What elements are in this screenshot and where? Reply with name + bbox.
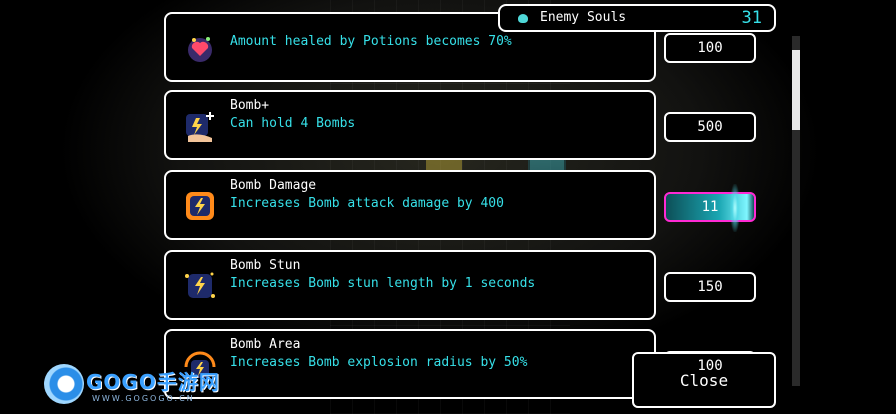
potion-heal-icon bbox=[180, 28, 220, 68]
upgrade-row-bomb-area[interactable]: Bomb Area Increases Bomb explosion radiu… bbox=[164, 329, 656, 399]
upgrade-cost-button-potion-heal[interactable]: 100 bbox=[664, 33, 756, 63]
upgrade-row-bomb-stun[interactable]: Bomb Stun Increases Bomb stun length by … bbox=[164, 250, 656, 320]
upgrade-row-bomb-damage[interactable]: Bomb Damage Increases Bomb attack damage… bbox=[164, 170, 656, 240]
progress-glow bbox=[730, 184, 740, 232]
upgrade-cost-button-bomb-stun[interactable]: 150 bbox=[664, 272, 756, 302]
upgrade-description: Increases Bomb explosion radius by 50% bbox=[230, 355, 528, 370]
bomb-plus-icon bbox=[180, 106, 220, 146]
souls-label: Enemy Souls bbox=[540, 10, 627, 25]
upgrade-row-bomb-plus[interactable]: Bomb+ Can hold 4 Bombs bbox=[164, 90, 656, 160]
upgrade-title: Bomb Area bbox=[230, 337, 301, 352]
upgrade-description: Increases Bomb stun length by 1 seconds bbox=[230, 276, 536, 291]
upgrade-title: Bomb Damage bbox=[230, 178, 317, 193]
upgrade-cost-value: 500 bbox=[697, 119, 723, 135]
soul-gem-icon bbox=[518, 14, 528, 23]
upgrade-title: Bomb Stun bbox=[230, 258, 301, 273]
watermark-logo: GOGO手游网 WWW.GOGOGO.CN bbox=[44, 364, 234, 408]
upgrade-cost-value: 100 bbox=[697, 358, 723, 374]
souls-count: 31 bbox=[741, 8, 762, 28]
enemy-souls-counter: Enemy Souls 31 bbox=[498, 4, 776, 32]
scroll-thumb[interactable] bbox=[792, 50, 800, 130]
upgrade-cost-button-bomb-damage[interactable]: 11 bbox=[664, 184, 756, 232]
watermark-url: WWW.GOGOGO.CN bbox=[92, 394, 195, 403]
bomb-damage-icon bbox=[180, 186, 220, 226]
upgrade-cost-value: 150 bbox=[697, 279, 723, 295]
scrollbar[interactable] bbox=[792, 36, 800, 386]
upgrade-cost-button-bomb-plus[interactable]: 500 bbox=[664, 112, 756, 142]
upgrade-title: Bomb+ bbox=[230, 98, 270, 113]
watermark-logo-icon bbox=[44, 364, 84, 404]
upgrade-description: Increases Bomb attack damage by 400 bbox=[230, 196, 504, 211]
upgrade-cost-value: 11 bbox=[701, 199, 719, 215]
upgrade-description: Amount healed by Potions becomes 70% bbox=[230, 34, 512, 49]
upgrade-cost-value: 100 bbox=[697, 40, 723, 56]
watermark-brand: GOGO手游网 bbox=[86, 370, 220, 394]
bomb-stun-icon bbox=[180, 266, 220, 306]
upgrade-description: Can hold 4 Bombs bbox=[230, 116, 356, 131]
